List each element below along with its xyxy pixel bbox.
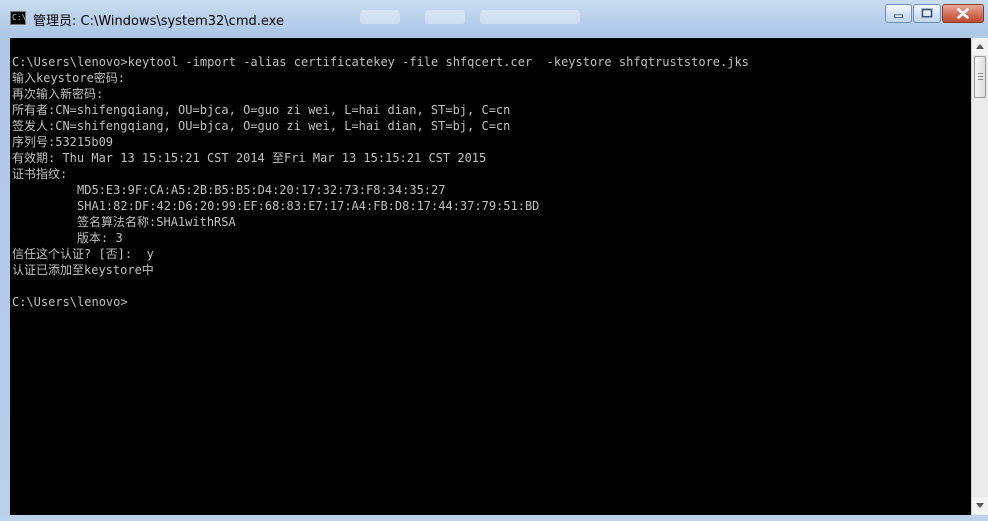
maximize-button[interactable]: [913, 4, 941, 23]
scroll-thumb[interactable]: [974, 56, 986, 98]
minimize-icon: [894, 14, 903, 18]
console-line: 签发人:CN=shifengqiang, OU=bjca, O=guo zi w…: [12, 119, 511, 133]
cmd-icon[interactable]: C:\: [10, 11, 26, 25]
arrow-down-icon: [976, 503, 984, 508]
window-title: 管理员: C:\Windows\system32\cmd.exe: [33, 14, 284, 29]
console-line: 认证已添加至keystore中: [12, 263, 154, 277]
cmd-window: C:\ 管理员: C:\Windows\system32\cmd.exe C:\…: [0, 0, 988, 521]
close-icon: [957, 8, 969, 19]
console-line: 信任这个认证? [否]: y: [12, 247, 154, 261]
maximize-icon: [921, 8, 933, 18]
thumb-grip: [978, 76, 983, 77]
console-line: 再次输入新密码:: [12, 87, 104, 101]
thumb-grip: [978, 79, 983, 80]
window-bottom-border: [0, 515, 988, 521]
console-line: 输入keystore密码:: [12, 71, 126, 85]
console-line: C:\Users\lenovo>: [12, 295, 128, 309]
title-reflection: [360, 10, 400, 24]
console-line: SHA1:82:DF:42:D6:20:99:EF:68:83:E7:17:A4…: [12, 199, 540, 213]
minimize-button[interactable]: [885, 4, 912, 23]
title-reflection: [480, 10, 580, 24]
console-line: 序列号:53215b09: [12, 135, 114, 149]
scroll-up-button[interactable]: [972, 38, 988, 55]
console-line: 所有者:CN=shifengqiang, OU=bjca, O=guo zi w…: [12, 103, 511, 117]
console-line: 签名算法名称:SHA1withRSA: [12, 215, 236, 229]
vertical-scrollbar[interactable]: [971, 38, 988, 515]
console-line: 有效期: Thu Mar 13 15:15:21 CST 2014 至Fri M…: [12, 151, 487, 165]
close-button[interactable]: [942, 4, 984, 23]
console-output[interactable]: C:\Users\lenovo>keytool -import -alias c…: [10, 38, 971, 515]
arrow-up-icon: [976, 44, 984, 49]
title-bar[interactable]: C:\ 管理员: C:\Windows\system32\cmd.exe: [0, 0, 988, 38]
console-line: 证书指纹:: [12, 167, 68, 181]
console-line: MD5:E3:9F:CA:A5:2B:B5:B5:D4:20:17:32:73:…: [12, 183, 446, 197]
thumb-grip: [978, 73, 983, 74]
console-line: C:\Users\lenovo>keytool -import -alias c…: [12, 55, 749, 69]
title-reflection: [425, 10, 465, 24]
scroll-down-button[interactable]: [972, 497, 988, 514]
console-line: 版本: 3: [12, 231, 123, 245]
